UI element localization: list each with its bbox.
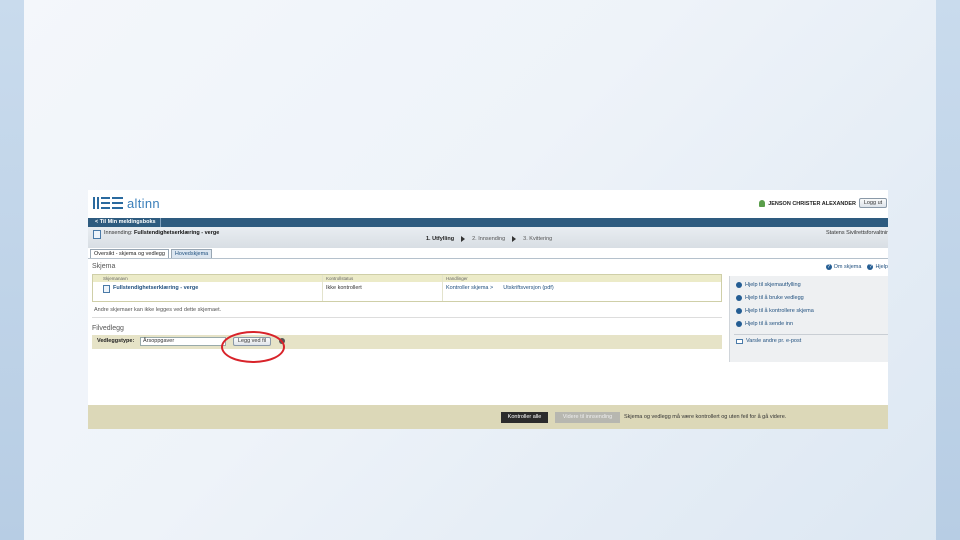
step-arrow-icon (512, 236, 517, 242)
help-icon (736, 295, 742, 301)
tab-divider (88, 258, 888, 259)
help-icon (736, 282, 742, 288)
help-filling-link[interactable]: Hjelp til skjemautfylling (736, 282, 801, 288)
help-icon (736, 321, 742, 327)
help-sidepanel: Hjelp til skjemautfylling Hjelp til å br… (729, 276, 888, 362)
forms-table: Skjemanavn Kontrollstatus Handlinger Ful… (92, 274, 722, 302)
step-arrow-icon (461, 236, 466, 242)
check-all-button[interactable]: Kontroller alle (501, 412, 548, 423)
col-control-status: Kontrollstatus (323, 275, 443, 282)
control-form-link[interactable]: Kontroller skjema > (446, 282, 493, 295)
submission-info-bar: Innsending: Fullstendighetserklæring - v… (88, 227, 888, 248)
help-control-link[interactable]: Hjelp til å kontrollere skjema (736, 308, 814, 314)
help-attachments-link[interactable]: Hjelp til å bruke vedlegg (736, 295, 804, 301)
attachment-bar: Vedleggstype: Årsoppgaver Legg ved fil (92, 335, 722, 349)
slide-left-border (0, 0, 24, 540)
user-icon (759, 200, 766, 207)
user-name: JENSON CHRISTER ALEXANDER (768, 200, 856, 207)
form-name-link[interactable]: Fullstendighetserklæring - verge (103, 282, 322, 295)
document-icon (93, 230, 101, 239)
help-submit-link[interactable]: Hjelp til å sende inn (736, 321, 793, 327)
nav-bar: < Til Min meldingsboks (88, 218, 888, 227)
progress-steps: 1. Utfylling 2. Innsending 3. Kvittering (426, 236, 552, 242)
form-document-icon (103, 284, 110, 293)
back-to-inbox-link[interactable]: < Til Min meldingsboks (91, 218, 161, 227)
altinn-logo-icon (93, 197, 123, 209)
step-2: 2. Innsending (472, 236, 506, 242)
about-form-link[interactable]: ? Om skjema (825, 264, 861, 270)
help-icon: ? (867, 264, 874, 270)
email-icon (736, 338, 743, 344)
highlight-circle (221, 331, 285, 363)
attachments-heading: Filvedlegg (92, 325, 124, 332)
skjema-heading: Skjema (92, 263, 116, 270)
forms-note: Andre skjemaer kan ikke legges ved dette… (94, 307, 222, 313)
submission-prefix: Innsending: (104, 230, 133, 236)
print-version-link[interactable]: Utskriftsversjon (pdf) (503, 282, 553, 295)
altinn-logo[interactable]: altinn (93, 195, 160, 211)
col-form-name: Skjemanavn (93, 275, 323, 282)
next-to-submission-button[interactable]: Videre til innsending (555, 412, 620, 423)
footer-message: Skjema og vedlegg må være kontrollert og… (624, 414, 787, 420)
slide-right-border (936, 0, 960, 540)
table-row: Fullstendighetserklæring - verge Ikke ko… (93, 282, 721, 301)
step-1: 1. Utfylling (426, 236, 455, 242)
attachment-type-label: Vedleggstype: (97, 338, 135, 344)
logout-button[interactable]: Logg ut (859, 198, 887, 208)
col-actions: Handlinger (446, 276, 468, 281)
altinn-screenshot: altinn JENSON CHRISTER ALEXANDER Logg ut… (88, 190, 888, 429)
footer-bar: Kontroller alle Videre til innsending Sk… (88, 405, 888, 429)
help-icon: ? (825, 264, 832, 270)
tab-overview[interactable]: Oversikt - skjema og vedlegg (90, 249, 169, 258)
help-icon (736, 308, 742, 314)
tab-main-form[interactable]: Hovedskjema (170, 249, 213, 258)
top-header: altinn JENSON CHRISTER ALEXANDER Logg ut (88, 190, 888, 218)
submission-title: Innsending: Fullstendighetserklæring - v… (104, 230, 219, 236)
table-header: Skjemanavn Kontrollstatus Handlinger (93, 275, 721, 282)
divider (92, 317, 722, 318)
attachment-type-select[interactable]: Årsoppgaver (140, 337, 226, 346)
agency-name: Statens Sivilrettsforvaltnir (825, 230, 888, 236)
logo-text: altinn (127, 195, 160, 211)
submission-form-title: Fullstendighetserklæring - verge (133, 230, 220, 236)
sidepanel-divider (734, 334, 888, 335)
notify-email-link[interactable]: Varsle andre pr. e-post (736, 338, 801, 344)
step-3: 3. Kvittering (523, 236, 553, 242)
user-info: JENSON CHRISTER ALEXANDER (759, 200, 856, 207)
help-links: ? Om skjema ? Hjelp (825, 264, 888, 270)
help-link[interactable]: ? Hjelp (867, 264, 888, 270)
form-status: Ikke kontrollert (323, 282, 443, 301)
tab-bar: Oversikt - skjema og vedlegg Hovedskjema (90, 249, 213, 258)
